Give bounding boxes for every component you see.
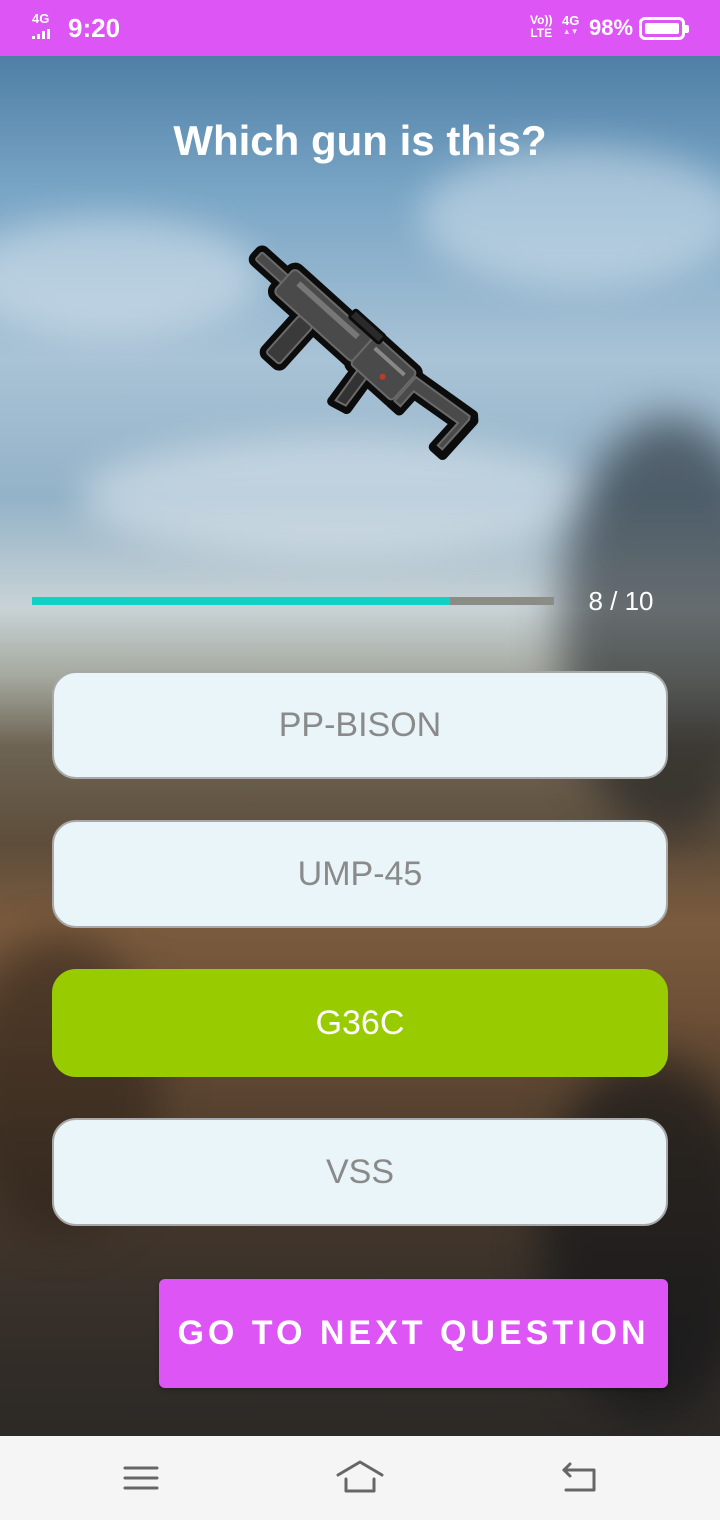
navigation-bar	[0, 1436, 720, 1520]
answer-option-4[interactable]: VSS	[52, 1118, 668, 1226]
network-type-small: 4G	[32, 11, 50, 26]
data-indicator: 4G ▲▼	[562, 14, 579, 36]
home-icon[interactable]	[335, 1456, 385, 1500]
answer-option-3-correct[interactable]: G36C	[52, 969, 668, 1077]
menu-icon[interactable]	[116, 1456, 166, 1500]
data-arrows-icon: ▲▼	[562, 27, 579, 36]
progress-bar	[32, 597, 554, 605]
back-icon[interactable]	[554, 1456, 604, 1500]
answer-option-label: PP-BISON	[278, 705, 442, 744]
clock-time: 9:20	[68, 13, 121, 43]
quiz-screen: Which gun is this? 8 / 10 PP-BISON UMP-4…	[0, 56, 720, 1436]
answer-option-label: UMP-45	[297, 854, 423, 893]
volte-indicator: Vo)) LTE	[530, 14, 552, 40]
battery-percent: 98%	[589, 15, 634, 40]
signal-icon: 4G	[32, 12, 56, 40]
progress-bar-fill	[32, 597, 450, 605]
volte-bottom: LTE	[530, 26, 553, 40]
answer-option-label: VSS	[325, 1152, 395, 1191]
answer-option-2[interactable]: UMP-45	[52, 820, 668, 928]
question-title: Which gun is this?	[173, 117, 547, 164]
next-question-button[interactable]: GO TO NEXT QUESTION	[159, 1279, 668, 1388]
gun-image	[248, 245, 479, 461]
data-type: 4G	[562, 13, 580, 28]
status-bar: 4G 9:20 Vo)) LTE 4G ▲▼ 98%	[0, 0, 720, 56]
answer-option-label: G36C	[315, 1003, 405, 1042]
answer-option-1[interactable]: PP-BISON	[52, 671, 668, 779]
progress-counter: 8 / 10	[588, 586, 654, 616]
battery-icon	[639, 17, 689, 40]
